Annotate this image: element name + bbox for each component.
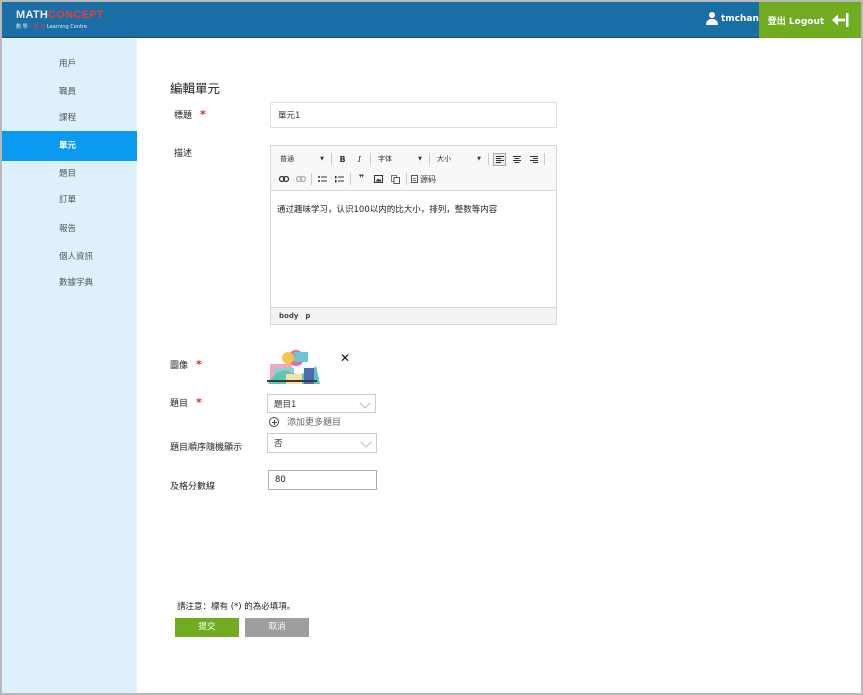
logo-sub-en: Learning Centre	[46, 24, 87, 30]
cancel-button[interactable]: 取消	[245, 618, 309, 637]
title-label: 標題 *	[174, 108, 206, 121]
align-right-icon[interactable]	[527, 153, 540, 166]
sidebar-item-units[interactable]: 單元	[2, 131, 137, 161]
sidebar-item-reports[interactable]: 報告	[2, 215, 137, 243]
font-select[interactable]: 字体 ▼	[375, 152, 425, 166]
image-label: 圖像 *	[170, 358, 202, 371]
status-path-body[interactable]: body	[279, 312, 298, 320]
question-select-value: 題目1	[274, 400, 297, 410]
user-menu[interactable]: tmchan	[706, 12, 759, 25]
sidebar-item-courses[interactable]: 課程	[2, 104, 137, 132]
user-icon	[706, 12, 718, 25]
sidebar-item-questions[interactable]: 題目	[2, 160, 137, 188]
random-order-value: 否	[274, 439, 283, 449]
unit-image-thumbnail	[264, 344, 322, 390]
sidebar-item-orders[interactable]: 訂單	[2, 186, 137, 214]
sidebar-item-users[interactable]: 用戶	[2, 50, 137, 78]
numbered-list-icon[interactable]	[333, 173, 346, 186]
editor-toolbar: 普通 ▼ B I 字体 ▼ 大小 ▼ ❞ 源码	[271, 146, 556, 191]
paste-icon[interactable]	[389, 173, 402, 186]
pass-score-input[interactable]: 80	[268, 470, 377, 490]
question-label: 題目 *	[170, 396, 202, 409]
submit-button[interactable]: 提交	[175, 618, 239, 637]
page-title: 編輯單元	[170, 81, 221, 96]
sidebar: 用戶 職員 課程 單元 題目 訂單 報告 個人資訊 數據字典	[2, 39, 137, 693]
username: tmchan	[721, 13, 759, 24]
logout-icon	[832, 13, 849, 27]
remove-image-close-icon[interactable]: ✕	[340, 351, 350, 365]
italic-icon[interactable]: I	[353, 153, 366, 166]
description-label: 描述	[174, 149, 193, 159]
logo-sub-zh1: 數 學	[16, 24, 28, 30]
math-concept-logo[interactable]: MATHCONCEPT 數 學 • 概 念 Learning Centre	[16, 10, 108, 32]
title-input[interactable]: 單元1	[270, 102, 557, 128]
add-more-questions-button[interactable]: 添加更多題目	[269, 415, 341, 428]
sidebar-item-data-dictionary[interactable]: 數據字典	[2, 269, 137, 297]
status-path-p[interactable]: p	[305, 312, 310, 320]
plus-circle-icon	[269, 416, 279, 427]
logo-sub-zh2: 概 念	[33, 24, 46, 30]
editor-content[interactable]: 通过趣味学习，认识100以内的比大小，排列，整数等内容	[277, 203, 497, 215]
bold-icon[interactable]: B	[336, 153, 349, 166]
align-center-icon[interactable]	[510, 153, 523, 166]
bulleted-list-icon[interactable]	[316, 173, 329, 186]
logout-label: 登出 Logout	[767, 16, 825, 27]
format-select[interactable]: 普通 ▼	[277, 152, 327, 166]
source-icon	[411, 175, 418, 183]
chevron-down-icon	[359, 397, 371, 409]
sidebar-item-profile[interactable]: 個人資訊	[2, 243, 137, 271]
random-order-select[interactable]: 否	[267, 433, 377, 453]
source-button[interactable]: 源码	[411, 173, 436, 186]
rich-text-editor: 普通 ▼ B I 字体 ▼ 大小 ▼ ❞ 源码 通过趣味学习，认识100以内的比…	[270, 145, 557, 325]
question-select[interactable]: 題目1	[267, 394, 376, 413]
required-mark: *	[200, 108, 206, 121]
align-left-icon[interactable]	[493, 152, 506, 166]
editor-status-bar: body p	[271, 307, 556, 324]
chevron-down-icon	[360, 436, 372, 448]
source-label: 源码	[420, 174, 436, 184]
size-select[interactable]: 大小 ▼	[434, 152, 484, 166]
logout-button[interactable]: 登出 Logout	[759, 2, 861, 38]
pass-score-label: 及格分數線	[170, 482, 216, 492]
logo-concept-text: CONCEPT	[48, 9, 105, 21]
link-icon[interactable]	[277, 173, 290, 186]
blockquote-icon[interactable]: ❞	[355, 173, 368, 186]
unlink-icon[interactable]	[294, 173, 307, 186]
logo-math-text: MATH	[16, 9, 49, 21]
sidebar-item-staff[interactable]: 職員	[2, 78, 137, 106]
add-more-label: 添加更多題目	[287, 418, 342, 428]
required-note: 請注意：標有 (*) 的為必填項。	[177, 602, 296, 612]
random-order-label: 題目順序隨機顯示	[170, 443, 243, 453]
image-icon[interactable]	[372, 173, 385, 186]
